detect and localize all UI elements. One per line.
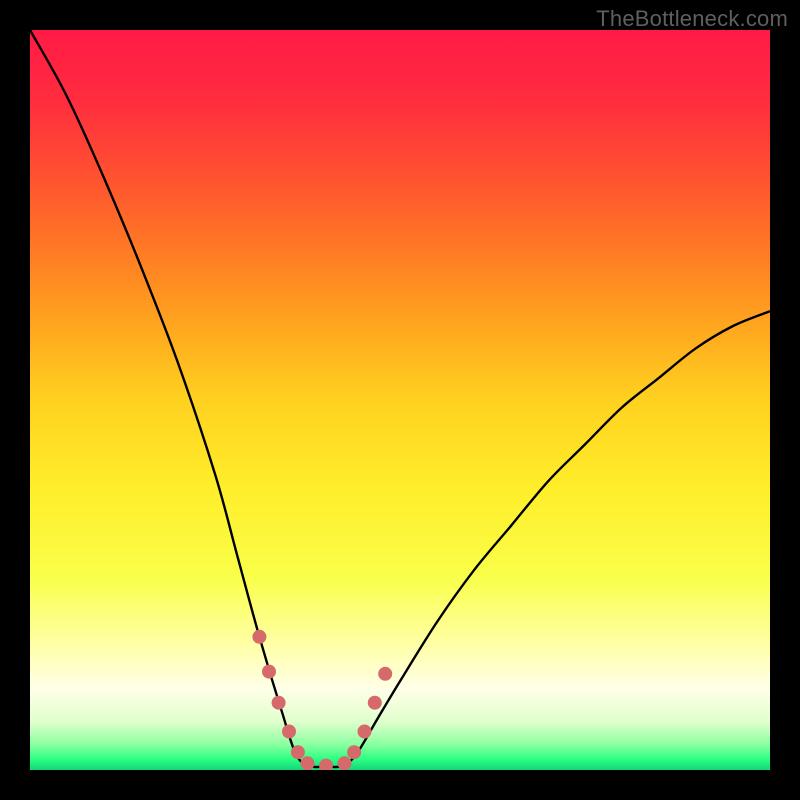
bottleneck-curve [30, 30, 770, 770]
valley-marker-dot [347, 745, 361, 759]
outer-frame: TheBottleneck.com [0, 0, 800, 800]
valley-marker-dot [262, 665, 276, 679]
valley-marker-dot [301, 756, 315, 770]
valley-marker-dot [272, 696, 286, 710]
plot-area [30, 30, 770, 770]
valley-marker-dot [368, 696, 382, 710]
valley-marker-dot [319, 759, 333, 770]
valley-marker-dot [378, 667, 392, 681]
watermark-text: TheBottleneck.com [596, 6, 788, 32]
valley-marker-dot [291, 745, 305, 759]
valley-markers [252, 630, 392, 770]
curve-path [30, 30, 770, 767]
valley-marker-dot [338, 756, 352, 770]
valley-marker-dot [358, 725, 372, 739]
valley-marker-dot [282, 725, 296, 739]
valley-marker-dot [252, 630, 266, 644]
